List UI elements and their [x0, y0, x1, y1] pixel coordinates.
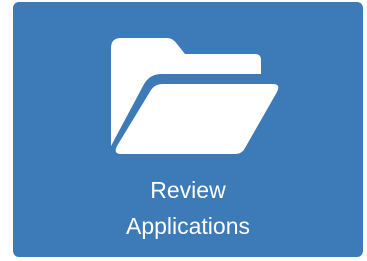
folder-open-icon	[111, 38, 279, 154]
review-applications-button[interactable]: Review Applications	[13, 2, 363, 257]
tile-label: Review Applications	[13, 172, 363, 244]
tile-label-line-1: Review	[150, 177, 226, 203]
tile-label-line-2: Applications	[125, 213, 251, 239]
